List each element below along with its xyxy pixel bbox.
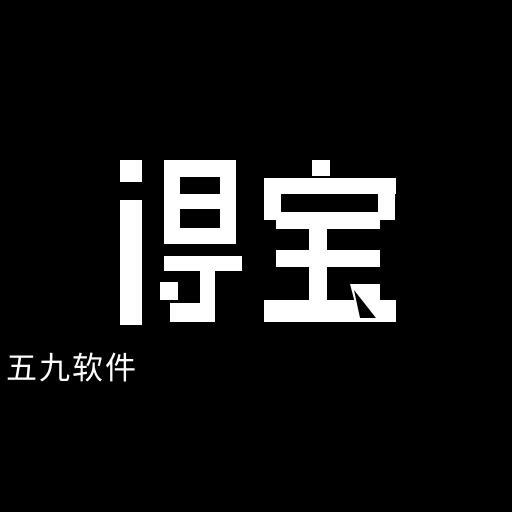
brand-logo [0,0,512,512]
logo-wordmark-graphic [120,160,396,325]
brand-name: 五九软件 [6,351,138,387]
